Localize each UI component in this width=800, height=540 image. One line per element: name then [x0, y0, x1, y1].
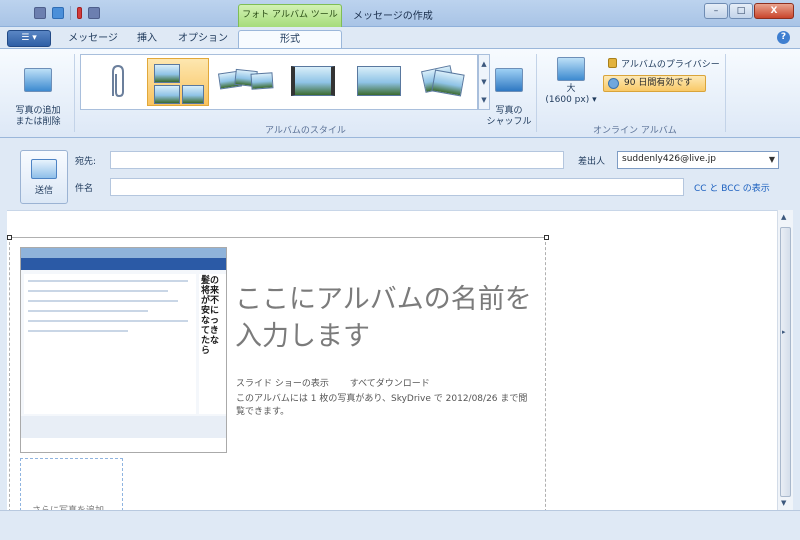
add-remove-photos-label: 写真の追加 または削除: [15, 106, 61, 127]
style-thumb: [182, 85, 204, 104]
help-icon[interactable]: ?: [777, 31, 790, 44]
ribbon-separator: [725, 54, 726, 132]
expiration-button[interactable]: 90 日間有効です: [603, 75, 706, 92]
slideshow-link[interactable]: スライド ショーの表示: [236, 379, 329, 389]
undo-icon[interactable]: [52, 7, 64, 19]
album-title-placeholder[interactable]: ここにアルバムの名前を入力します: [235, 281, 535, 355]
style-thumb: [154, 64, 180, 83]
style-thumb: [250, 72, 274, 90]
scroll-grip-icon: ▸: [782, 328, 786, 336]
screenshot-taskbar: [21, 438, 226, 452]
maximize-button[interactable]: □: [729, 3, 753, 19]
album-style-group-label: アルバムのスタイル: [265, 126, 346, 136]
message-body[interactable]: 髪の将来が不安になってきたなら ここにアルバムの名前を入力します スライド ショ…: [7, 210, 777, 517]
tab-options[interactable]: オプション: [170, 30, 236, 49]
photo-album-tools-context-tab: フォト アルバム ツール: [238, 4, 342, 27]
style-thumb: [154, 85, 180, 104]
to-label: 宛先:: [75, 157, 97, 167]
send-button[interactable]: 送信: [20, 150, 68, 204]
scroll-up-icon[interactable]: ▲: [781, 213, 786, 221]
from-label: 差出人: [578, 157, 606, 167]
add-remove-photos-button[interactable]: 写真の追加 または削除: [8, 57, 68, 128]
vertical-scrollbar[interactable]: ▲ ▸ ▼: [777, 210, 793, 510]
chevron-down-icon: ▼: [768, 155, 775, 164]
resize-handle[interactable]: [7, 235, 12, 240]
window-controls: – □ X: [704, 3, 794, 19]
style-scattered[interactable]: [215, 58, 277, 106]
close-button[interactable]: X: [754, 3, 794, 19]
ribbon-separator: [536, 54, 537, 132]
photo-size-button[interactable]: 大 (1600 px) ▾: [541, 57, 601, 106]
online-album-group-label: オンライン アルバム: [593, 126, 677, 136]
screenshot-line: [28, 320, 188, 322]
message-header: 送信 宛先: 差出人 suddenly426@live.jp ▼ 件名 CC と…: [0, 138, 800, 210]
lock-icon: [608, 58, 617, 68]
qat-customize-icon[interactable]: [88, 7, 100, 19]
shuffle-photos-button[interactable]: 写真の シャッフル: [486, 57, 532, 128]
window-title: メッセージの作成: [353, 11, 433, 22]
show-cc-bcc-link[interactable]: CC と BCC の表示: [694, 181, 770, 194]
screenshot-line: [28, 300, 178, 302]
ribbon: 写真の追加 または削除 ▲ ▼ ▼ アルバムのスタイル 写真の シャッフル 大 …: [0, 48, 800, 138]
from-value: suddenly426@live.jp: [622, 154, 717, 164]
subject-label: 件名: [75, 184, 94, 194]
style-thumb: [431, 69, 465, 97]
style-album-grid[interactable]: [147, 58, 209, 106]
title-bar: フォト アルバム ツール メッセージの作成 – □ X: [0, 0, 800, 27]
screenshot-ad: 髪の将来が不安になってきたなら: [199, 274, 226, 414]
style-stacked[interactable]: [415, 58, 477, 106]
screenshot-line: [28, 310, 148, 312]
album-photo-thumbnail[interactable]: 髪の将来が不安になってきたなら: [20, 247, 227, 453]
tab-message[interactable]: メッセージ: [62, 30, 124, 49]
style-filmstrip[interactable]: [285, 58, 347, 106]
app-menu-button[interactable]: ☰ ▾: [7, 30, 51, 47]
screenshot-footer: [21, 416, 226, 438]
screenshot-content: [24, 274, 196, 414]
tab-insert[interactable]: 挿入: [126, 30, 168, 49]
album-privacy-button[interactable]: アルバムのプライバシー: [608, 57, 720, 70]
style-single[interactable]: [351, 58, 413, 106]
clock-icon: [608, 78, 619, 89]
album-style-gallery: [80, 54, 478, 110]
ad-text: 髪の将来が不安になってきたなら: [201, 276, 220, 356]
save-icon[interactable]: [34, 7, 46, 19]
minimize-button[interactable]: –: [704, 3, 728, 19]
album-links: スライド ショーの表示 すべてダウンロード: [236, 376, 448, 389]
screenshot-toolbar: [21, 258, 226, 270]
screenshot-titlebar: [21, 248, 226, 258]
ribbon-separator: [74, 54, 75, 132]
download-all-link[interactable]: すべてダウンロード: [350, 379, 430, 389]
style-thumb: [291, 66, 335, 96]
screenshot-line: [28, 290, 168, 292]
send-label: 送信: [34, 186, 53, 196]
privacy-label: アルバムのプライバシー: [621, 60, 720, 70]
photo-icon: [24, 68, 52, 92]
priority-icon[interactable]: [77, 7, 82, 19]
to-field[interactable]: [110, 151, 564, 169]
subject-field[interactable]: [110, 178, 684, 196]
scroll-down-icon[interactable]: ▼: [781, 499, 786, 507]
status-bar: [0, 510, 800, 540]
style-attachment[interactable]: [85, 58, 147, 106]
album-description: このアルバムには 1 枚の写真があり、SkyDrive で 2012/08/26…: [236, 394, 528, 417]
tab-format[interactable]: 形式: [238, 30, 342, 49]
send-icon: [31, 159, 57, 179]
screenshot-line: [28, 330, 128, 332]
photo-size-icon: [557, 57, 585, 81]
qat-separator: [70, 6, 71, 20]
style-thumb: [357, 66, 401, 96]
ribbon-tabs: ☰ ▾ メッセージ 挿入 オプション 形式 ?: [0, 27, 800, 49]
size-value: (1600 px): [545, 95, 590, 105]
scrollbar-thumb[interactable]: [780, 227, 791, 497]
shuffle-photos-label: 写真の シャッフル: [486, 106, 532, 127]
chevron-down-icon: ▾: [592, 95, 597, 105]
expire-label: 90 日間有効です: [624, 78, 693, 88]
size-label: 大: [566, 84, 576, 94]
quick-access-toolbar: [34, 6, 100, 20]
resize-handle[interactable]: [544, 235, 549, 240]
from-select[interactable]: suddenly426@live.jp ▼: [617, 151, 779, 169]
shuffle-icon: [495, 68, 523, 92]
paperclip-icon: [112, 64, 124, 98]
screenshot-line: [28, 280, 188, 282]
